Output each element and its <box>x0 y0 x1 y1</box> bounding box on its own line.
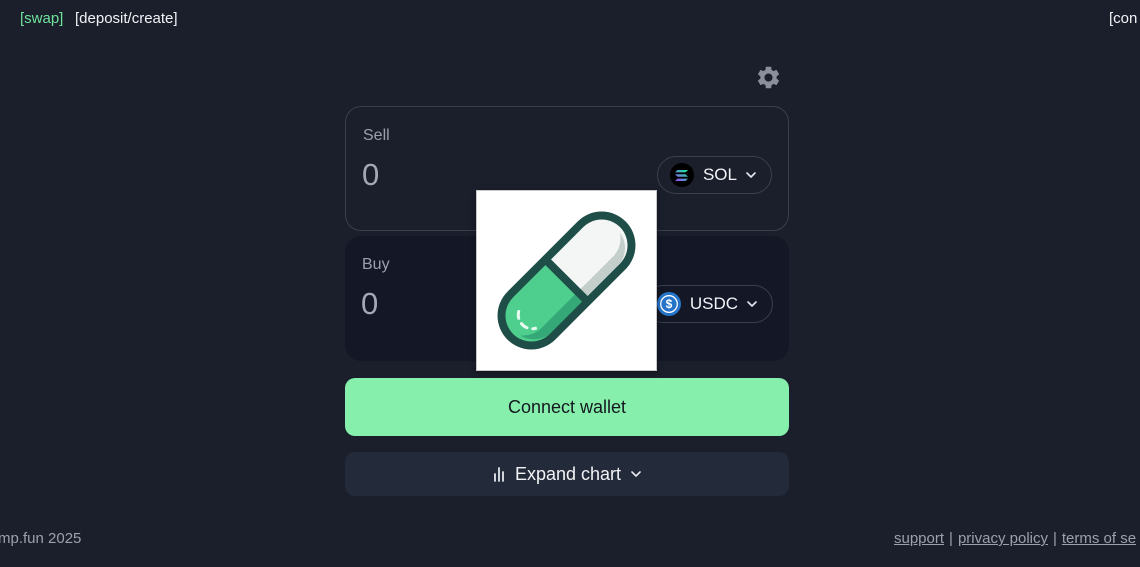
nav-deposit-create-link[interactable]: [deposit/create] <box>75 10 178 27</box>
chevron-down-icon <box>631 471 641 477</box>
chevron-down-icon <box>747 301 757 307</box>
bar-chart-icon <box>494 467 504 482</box>
buy-token-selector[interactable]: $ USDC <box>643 285 773 323</box>
sell-token-symbol: SOL <box>702 165 737 184</box>
gear-icon[interactable] <box>755 64 782 91</box>
support-link[interactable]: support <box>894 530 944 547</box>
expand-chart-label: Expand chart <box>514 463 622 484</box>
footer-copyright: mp.fun 2025 <box>0 530 82 547</box>
sell-amount-input[interactable] <box>362 157 612 193</box>
pill-capsule-image <box>476 190 657 371</box>
buy-label: Buy <box>362 256 390 273</box>
privacy-policy-link[interactable]: privacy policy <box>958 530 1048 547</box>
footer-links: support | privacy policy | terms of se <box>894 530 1136 547</box>
expand-chart-button[interactable]: Expand chart <box>345 452 789 496</box>
terms-of-service-link[interactable]: terms of se <box>1062 530 1136 547</box>
buy-token-symbol: USDC <box>689 294 738 313</box>
sell-token-selector[interactable]: SOL <box>656 156 772 194</box>
solana-icon <box>669 163 694 187</box>
svg-text:$: $ <box>665 297 672 311</box>
top-nav: [swap] [deposit/create] [con <box>0 0 1140 36</box>
chevron-down-icon <box>746 172 756 178</box>
connect-wallet-button[interactable]: Connect wallet <box>345 378 789 436</box>
nav-swap-link[interactable]: [swap] <box>20 10 63 27</box>
usdc-icon: $ <box>656 292 681 316</box>
sell-label: Sell <box>363 127 390 144</box>
nav-connect-link[interactable]: [con <box>1109 10 1137 27</box>
footer-separator: | <box>949 530 953 547</box>
footer-separator: | <box>1052 530 1057 547</box>
